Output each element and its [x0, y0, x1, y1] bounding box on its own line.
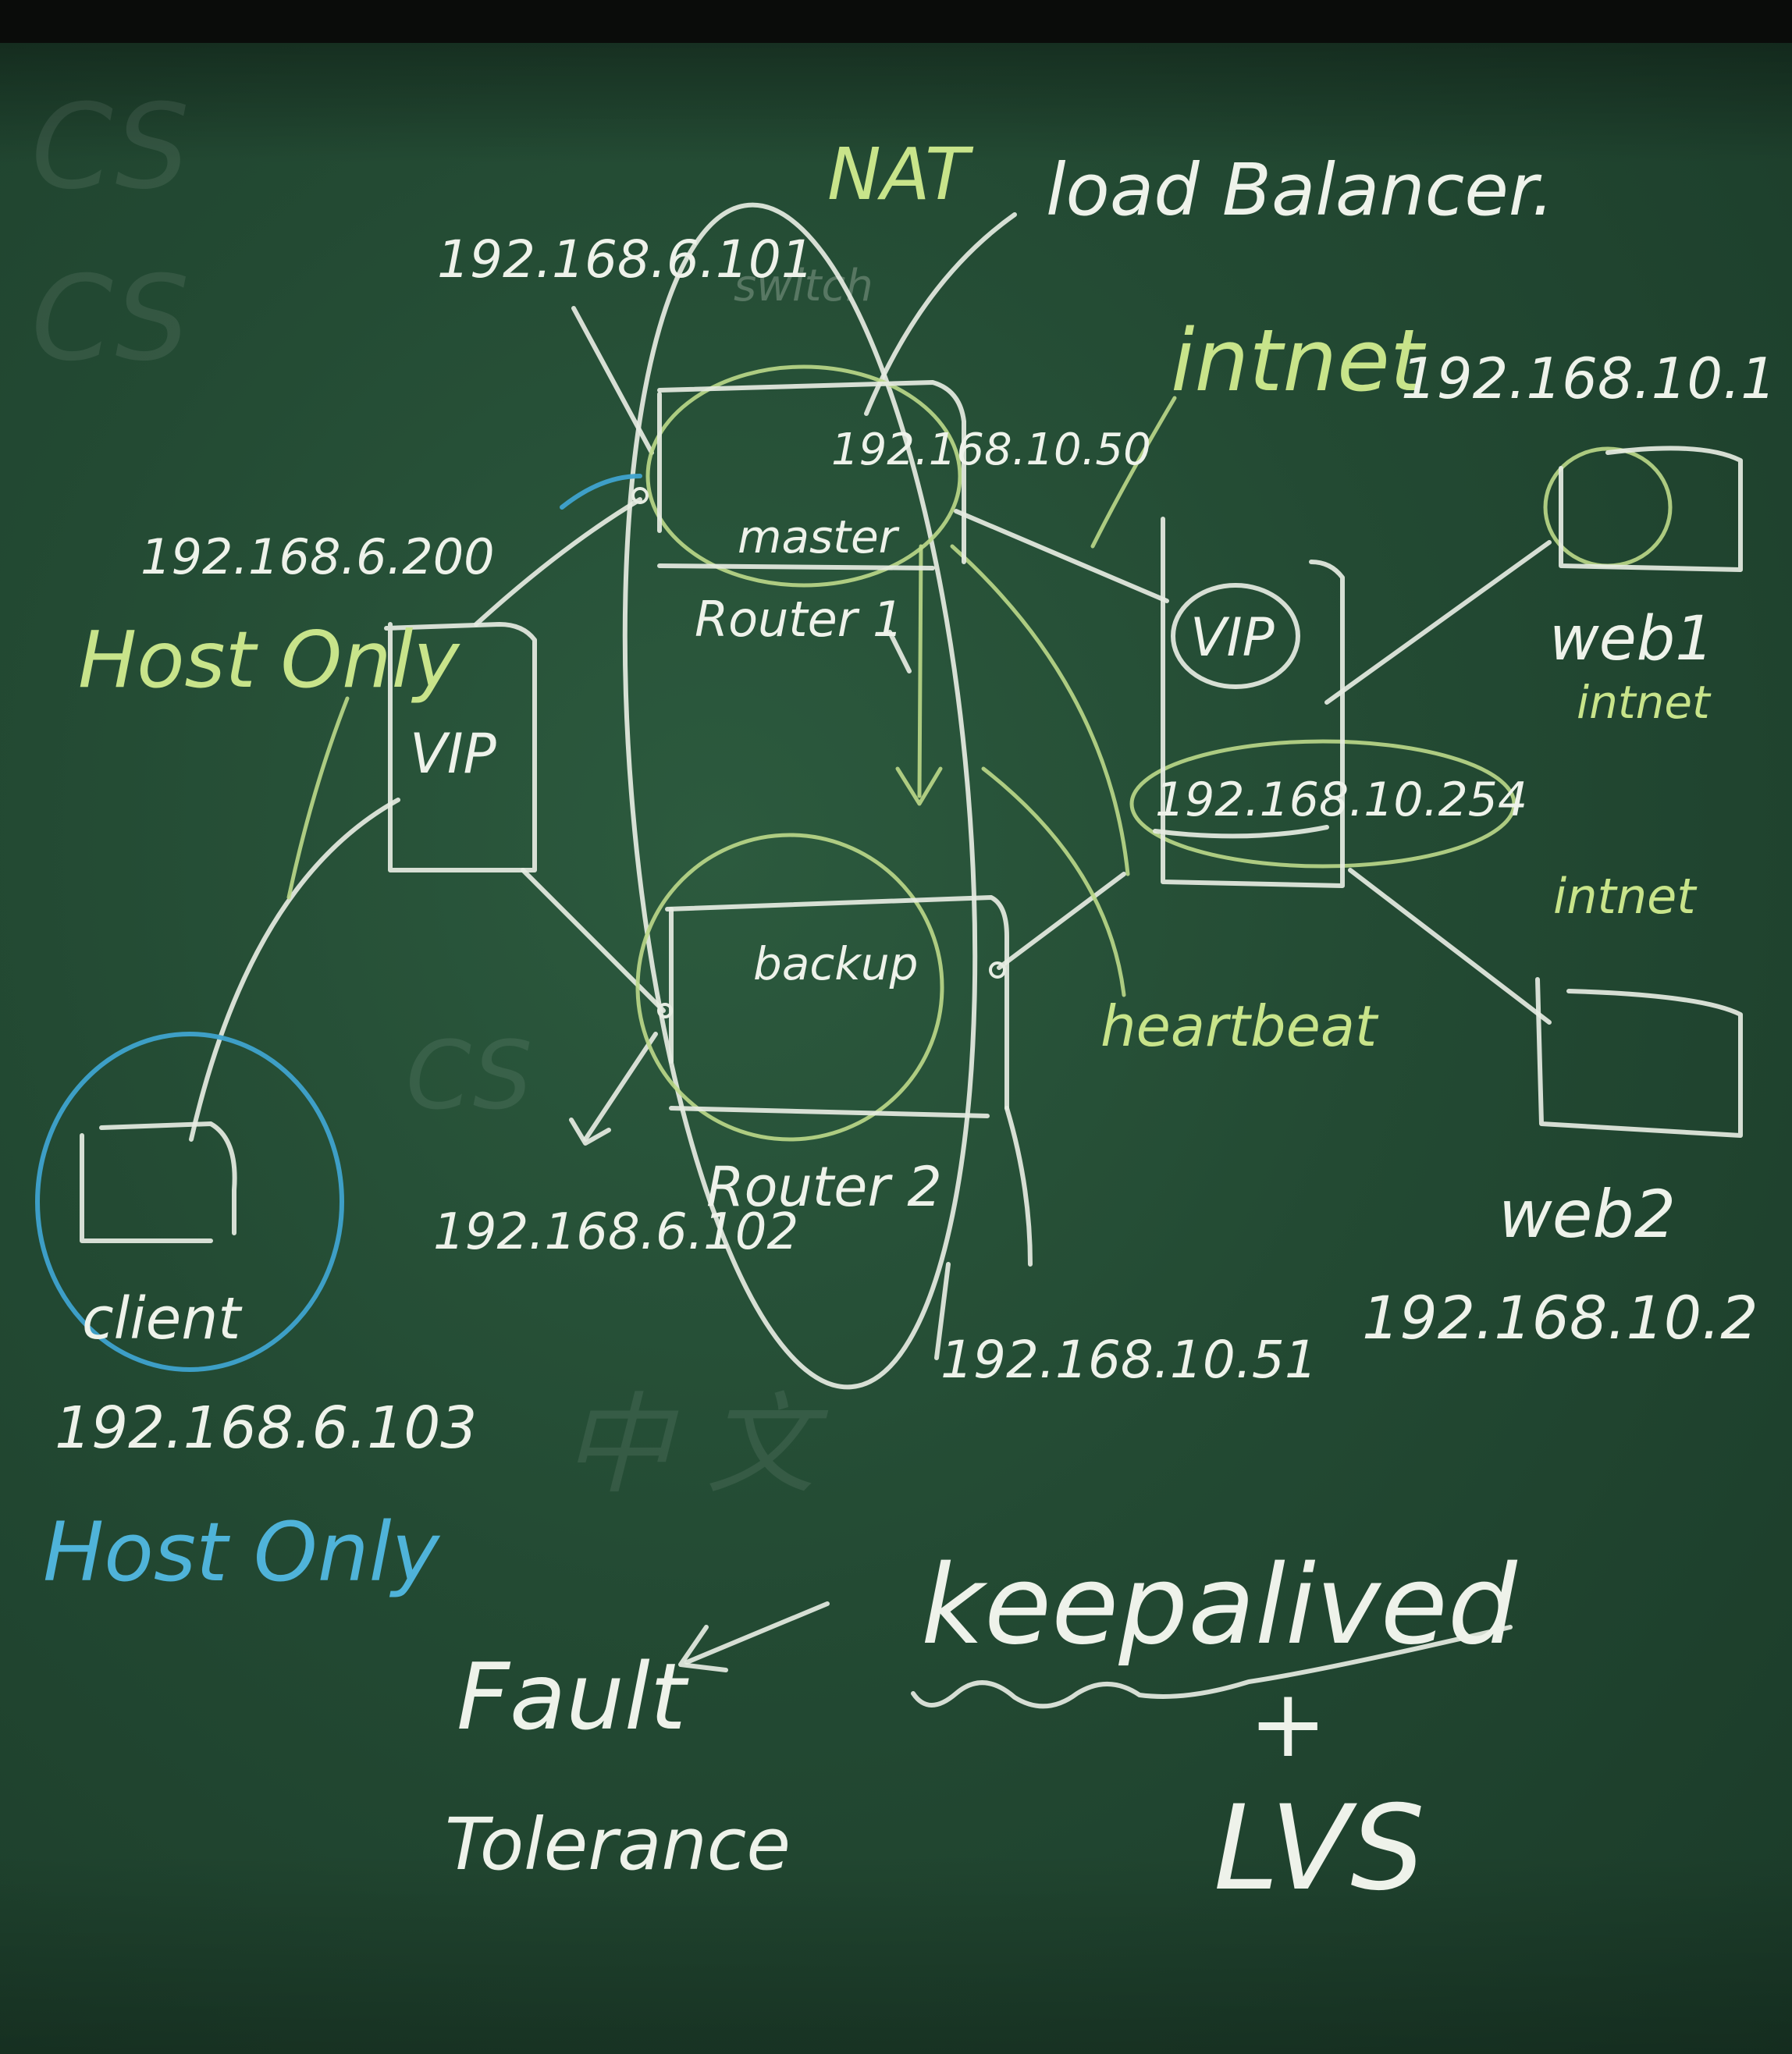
link-client-vip-left: [189, 798, 400, 1142]
web1-ip: 192.168.10.1: [1401, 346, 1776, 411]
router2-box: [657, 895, 1009, 1118]
web1-circle: [1543, 446, 1673, 568]
router2-role: backup: [753, 937, 918, 990]
router2-ip-right: 192.168.10.51: [940, 1330, 1317, 1390]
router2-ip-left: 192.168.6.102: [433, 1203, 798, 1261]
web1-network: intnet: [1577, 676, 1712, 729]
web2-outline: [1535, 977, 1743, 1138]
fault-arrow-shaft: [684, 1601, 830, 1665]
link-vip-right-web2: [1348, 868, 1552, 1025]
host-only-label-green: Host Only: [78, 614, 460, 705]
router1-bottom-edge: [657, 563, 935, 570]
vip-right-label: VIP: [1190, 607, 1275, 669]
tolerance-label: Tolerance: [445, 1803, 791, 1886]
router1-vip-ip: 192.168.6.200: [140, 528, 495, 585]
client-computer-screen: [99, 1121, 237, 1235]
vip-right-underline: [1153, 825, 1329, 839]
web1-name: web1: [1549, 604, 1714, 674]
client-name: client: [82, 1285, 243, 1352]
failover-arrow: [917, 544, 923, 798]
svg-text:CS: CS: [406, 1022, 532, 1131]
link-router2-ip-right: [1004, 1106, 1033, 1267]
keepalived-label: keepalived: [921, 1542, 1518, 1669]
router2-top-edge: [665, 895, 1009, 1111]
web2-ip: 192.168.10.2: [1362, 1283, 1758, 1352]
vip-right-box: [1153, 517, 1345, 888]
link-router1-vip-right: [954, 509, 1169, 603]
intnet-label: intnet: [1171, 311, 1427, 410]
link-router1-vip-left: [474, 497, 642, 627]
heartbeat-link-a: [950, 544, 1130, 876]
web2-name: web2: [1499, 1176, 1676, 1253]
client-ip: 192.168.6.103: [55, 1395, 477, 1462]
title-nat: NAT: [827, 133, 974, 216]
plus-sign: +: [1249, 1670, 1328, 1779]
svg-text:中 文: 中 文: [562, 1382, 829, 1509]
switch-label: switch: [734, 261, 873, 311]
client-network: Host Only: [43, 1505, 441, 1600]
router2-bottom-edge: [669, 1106, 990, 1118]
router1-role: master: [738, 510, 900, 563]
lvs-label: LVS: [1214, 1781, 1424, 1917]
router1-name: Router 1: [695, 591, 903, 648]
web2-box: [1535, 977, 1743, 1138]
svg-text:CS: CS: [31, 80, 190, 215]
vip-left-label: VIP: [410, 722, 497, 786]
link-vip-right-web1: [1324, 540, 1552, 705]
router2-right-port: [989, 961, 1006, 979]
router1-ip-right: 192.168.10.50: [831, 425, 1151, 475]
host-only-pointer: [286, 696, 350, 900]
link-router2-ip-left: [583, 1032, 658, 1142]
vip-right-ip: 192.168.10.254: [1155, 773, 1527, 827]
client-computer-base: [80, 1133, 213, 1243]
fault-label: Fault: [457, 1643, 689, 1750]
heartbeat-label: heartbeat: [1100, 993, 1379, 1059]
chalk-drawing: CS CS CS 中 文 NAT load Balancer. 192.168.…: [31, 80, 1776, 1917]
svg-text:CS: CS: [31, 251, 190, 387]
title-load-balancer: load Balancer.: [1046, 148, 1554, 232]
web2-network: intnet: [1553, 868, 1698, 925]
